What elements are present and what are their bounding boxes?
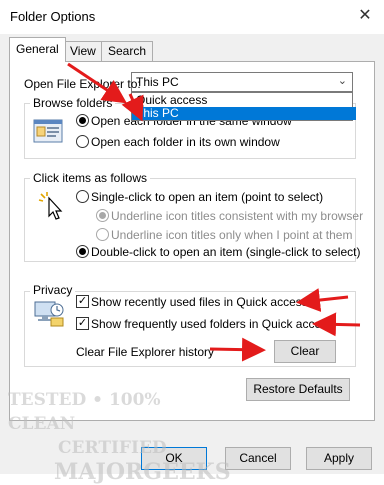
cancel-button[interactable]: Cancel [225,447,291,470]
checkbox-frequent-folders[interactable]: ✓ [76,317,89,330]
restore-defaults-button[interactable]: Restore Defaults [246,378,350,401]
watermark-line-3: MAJORGEEKS [54,459,231,485]
label-own-window: Open each folder in its own window [91,135,280,149]
watermark-line-1: TESTED • 100% CLEAN [8,390,161,434]
privacy-title: Privacy [30,283,76,297]
radio-same-window[interactable] [76,114,89,127]
chevron-down-icon: ⌄ [337,75,347,87]
click-items-title: Click items as follows [30,171,151,185]
watermark-logo: TESTED • 100% CLEAN CERTIFIED MAJORGEEKS [8,388,231,485]
clear-history-label: Clear File Explorer history [76,345,215,359]
apply-button[interactable]: Apply [306,447,372,470]
open-explorer-label: Open File Explorer to: [24,77,141,91]
privacy-icon [33,296,65,328]
label-frequent-folders: Show frequently used folders in Quick ac… [91,317,334,331]
tab-view[interactable]: View [63,41,103,61]
checkbox-recent-files[interactable]: ✓ [76,295,89,308]
open-explorer-dropdown: Quick access This PC [131,92,356,121]
window-title: Folder Options [10,9,96,24]
label-double-click: Double-click to open an item (single-cli… [91,245,361,259]
tab-search[interactable]: Search [101,41,154,61]
radio-single-click[interactable] [76,190,89,203]
label-underline-browser: Underline icon titles consistent with my… [111,209,364,223]
browse-folders-title: Browse folders [30,96,116,110]
close-icon[interactable]: ✕ [352,4,378,28]
label-underline-hover: Underline icon titles only when I point … [111,228,353,242]
radio-own-window[interactable] [76,135,89,148]
radio-underline-hover[interactable] [96,228,109,241]
open-explorer-select[interactable]: This PC ⌄ [131,72,353,92]
watermark-line-2: CERTIFIED [58,438,167,458]
radio-double-click[interactable] [76,245,89,258]
label-single-click: Single-click to open an item (point to s… [91,190,324,204]
browse-folders-icon [33,118,63,144]
radio-underline-browser[interactable] [96,209,109,222]
clear-button[interactable]: Clear [274,340,336,363]
tab-general[interactable]: General [9,37,66,62]
label-recent-files: Show recently used files in Quick access [91,295,308,309]
dropdown-option-this-pc[interactable]: This PC [132,107,356,120]
open-explorer-value: This PC [136,75,179,89]
cursor-icon [35,190,65,222]
